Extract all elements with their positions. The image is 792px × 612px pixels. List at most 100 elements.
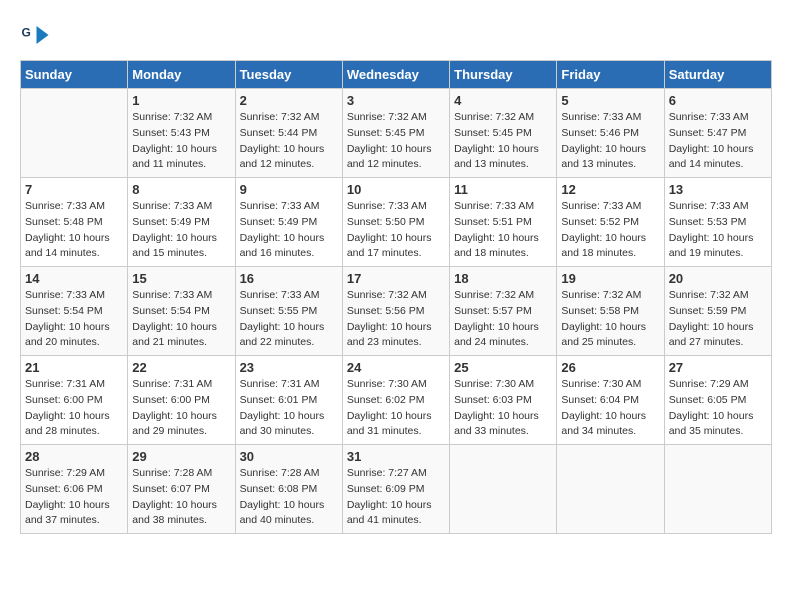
calendar-cell: 15 Sunrise: 7:33 AM Sunset: 5:54 PM Dayli… <box>128 267 235 356</box>
calendar-cell: 19 Sunrise: 7:32 AM Sunset: 5:58 PM Dayli… <box>557 267 664 356</box>
day-number: 7 <box>25 182 123 197</box>
calendar-cell: 20 Sunrise: 7:32 AM Sunset: 5:59 PM Dayli… <box>664 267 771 356</box>
calendar-cell: 16 Sunrise: 7:33 AM Sunset: 5:55 PM Dayli… <box>235 267 342 356</box>
calendar-cell <box>21 89 128 178</box>
calendar-cell: 27 Sunrise: 7:29 AM Sunset: 6:05 PM Dayli… <box>664 356 771 445</box>
calendar-cell: 9 Sunrise: 7:33 AM Sunset: 5:49 PM Daylig… <box>235 178 342 267</box>
day-info: Sunrise: 7:33 AM Sunset: 5:55 PM Dayligh… <box>240 288 338 351</box>
day-info: Sunrise: 7:31 AM Sunset: 6:01 PM Dayligh… <box>240 377 338 440</box>
calendar-cell: 6 Sunrise: 7:33 AM Sunset: 5:47 PM Daylig… <box>664 89 771 178</box>
calendar-cell: 21 Sunrise: 7:31 AM Sunset: 6:00 PM Dayli… <box>21 356 128 445</box>
calendar-week-row: 7Sunrise: 7:33 AM Sunset: 5:48 PM Daylig… <box>21 178 772 267</box>
day-info: Sunrise: 7:27 AM Sunset: 6:09 PM Dayligh… <box>347 466 445 529</box>
day-number: 11 <box>454 182 552 197</box>
calendar-cell: 11 Sunrise: 7:33 AM Sunset: 5:51 PM Dayli… <box>450 178 557 267</box>
day-info: Sunrise: 7:33 AM Sunset: 5:53 PM Dayligh… <box>669 199 767 262</box>
day-number: 5 <box>561 93 659 108</box>
day-info: Sunrise: 7:31 AM Sunset: 6:00 PM Dayligh… <box>25 377 123 440</box>
calendar-week-row: 21 Sunrise: 7:31 AM Sunset: 6:00 PM Dayli… <box>21 356 772 445</box>
day-info: Sunrise: 7:30 AM Sunset: 6:04 PM Dayligh… <box>561 377 659 440</box>
svg-text:G: G <box>22 26 31 40</box>
day-number: 13 <box>669 182 767 197</box>
day-number: 20 <box>669 271 767 286</box>
calendar-cell: 7Sunrise: 7:33 AM Sunset: 5:48 PM Daylig… <box>21 178 128 267</box>
day-number: 28 <box>25 449 123 464</box>
calendar-cell: 13 Sunrise: 7:33 AM Sunset: 5:53 PM Dayli… <box>664 178 771 267</box>
day-info: Sunrise: 7:32 AM Sunset: 5:44 PM Dayligh… <box>240 110 338 173</box>
day-info: Sunrise: 7:29 AM Sunset: 6:06 PM Dayligh… <box>25 466 123 529</box>
calendar-week-row: 28 Sunrise: 7:29 AM Sunset: 6:06 PM Dayli… <box>21 445 772 534</box>
day-of-week-header: Thursday <box>450 61 557 89</box>
day-number: 4 <box>454 93 552 108</box>
calendar-cell: 2 Sunrise: 7:32 AM Sunset: 5:44 PM Daylig… <box>235 89 342 178</box>
day-of-week-header: Friday <box>557 61 664 89</box>
day-info: Sunrise: 7:30 AM Sunset: 6:03 PM Dayligh… <box>454 377 552 440</box>
calendar-body: 1 Sunrise: 7:32 AM Sunset: 5:43 PM Daylig… <box>21 89 772 534</box>
day-number: 24 <box>347 360 445 375</box>
day-of-week-header: Monday <box>128 61 235 89</box>
day-info: Sunrise: 7:33 AM Sunset: 5:49 PM Dayligh… <box>240 199 338 262</box>
calendar-cell: 5 Sunrise: 7:33 AM Sunset: 5:46 PM Daylig… <box>557 89 664 178</box>
day-info: Sunrise: 7:29 AM Sunset: 6:05 PM Dayligh… <box>669 377 767 440</box>
day-info: Sunrise: 7:33 AM Sunset: 5:51 PM Dayligh… <box>454 199 552 262</box>
calendar-week-row: 14Sunrise: 7:33 AM Sunset: 5:54 PM Dayli… <box>21 267 772 356</box>
calendar-cell: 26 Sunrise: 7:30 AM Sunset: 6:04 PM Dayli… <box>557 356 664 445</box>
day-of-week-header: Tuesday <box>235 61 342 89</box>
day-number: 12 <box>561 182 659 197</box>
day-info: Sunrise: 7:30 AM Sunset: 6:02 PM Dayligh… <box>347 377 445 440</box>
day-number: 19 <box>561 271 659 286</box>
day-info: Sunrise: 7:32 AM Sunset: 5:58 PM Dayligh… <box>561 288 659 351</box>
calendar-cell: 18 Sunrise: 7:32 AM Sunset: 5:57 PM Dayli… <box>450 267 557 356</box>
day-number: 6 <box>669 93 767 108</box>
day-info: Sunrise: 7:33 AM Sunset: 5:47 PM Dayligh… <box>669 110 767 173</box>
day-number: 15 <box>132 271 230 286</box>
calendar-cell: 28 Sunrise: 7:29 AM Sunset: 6:06 PM Dayli… <box>21 445 128 534</box>
day-info: Sunrise: 7:32 AM Sunset: 5:45 PM Dayligh… <box>454 110 552 173</box>
calendar-cell: 10 Sunrise: 7:33 AM Sunset: 5:50 PM Dayli… <box>342 178 449 267</box>
day-info: Sunrise: 7:32 AM Sunset: 5:57 PM Dayligh… <box>454 288 552 351</box>
day-info: Sunrise: 7:32 AM Sunset: 5:45 PM Dayligh… <box>347 110 445 173</box>
day-number: 18 <box>454 271 552 286</box>
calendar-cell <box>450 445 557 534</box>
day-number: 22 <box>132 360 230 375</box>
day-number: 30 <box>240 449 338 464</box>
calendar-table: SundayMondayTuesdayWednesdayThursdayFrid… <box>20 60 772 534</box>
day-number: 21 <box>25 360 123 375</box>
page-header: G <box>20 20 772 50</box>
calendar-cell: 23 Sunrise: 7:31 AM Sunset: 6:01 PM Dayli… <box>235 356 342 445</box>
day-info: Sunrise: 7:33 AM Sunset: 5:46 PM Dayligh… <box>561 110 659 173</box>
day-number: 16 <box>240 271 338 286</box>
calendar-cell: 17Sunrise: 7:32 AM Sunset: 5:56 PM Dayli… <box>342 267 449 356</box>
calendar-cell: 12 Sunrise: 7:33 AM Sunset: 5:52 PM Dayli… <box>557 178 664 267</box>
logo-icon: G <box>20 20 50 50</box>
day-of-week-header: Sunday <box>21 61 128 89</box>
calendar-header-row: SundayMondayTuesdayWednesdayThursdayFrid… <box>21 61 772 89</box>
day-number: 23 <box>240 360 338 375</box>
calendar-cell: 1 Sunrise: 7:32 AM Sunset: 5:43 PM Daylig… <box>128 89 235 178</box>
day-info: Sunrise: 7:33 AM Sunset: 5:52 PM Dayligh… <box>561 199 659 262</box>
calendar-cell: 24 Sunrise: 7:30 AM Sunset: 6:02 PM Dayli… <box>342 356 449 445</box>
logo: G <box>20 20 52 50</box>
calendar-cell: 22 Sunrise: 7:31 AM Sunset: 6:00 PM Dayli… <box>128 356 235 445</box>
calendar-cell: 4 Sunrise: 7:32 AM Sunset: 5:45 PM Daylig… <box>450 89 557 178</box>
calendar-cell: 30Sunrise: 7:28 AM Sunset: 6:08 PM Dayli… <box>235 445 342 534</box>
day-number: 8 <box>132 182 230 197</box>
day-number: 27 <box>669 360 767 375</box>
day-number: 29 <box>132 449 230 464</box>
calendar-cell: 3Sunrise: 7:32 AM Sunset: 5:45 PM Daylig… <box>342 89 449 178</box>
calendar-cell: 14Sunrise: 7:33 AM Sunset: 5:54 PM Dayli… <box>21 267 128 356</box>
day-number: 9 <box>240 182 338 197</box>
calendar-cell <box>557 445 664 534</box>
day-number: 1 <box>132 93 230 108</box>
day-info: Sunrise: 7:33 AM Sunset: 5:50 PM Dayligh… <box>347 199 445 262</box>
day-info: Sunrise: 7:33 AM Sunset: 5:54 PM Dayligh… <box>132 288 230 351</box>
day-number: 26 <box>561 360 659 375</box>
day-info: Sunrise: 7:33 AM Sunset: 5:54 PM Dayligh… <box>25 288 123 351</box>
calendar-cell: 25Sunrise: 7:30 AM Sunset: 6:03 PM Dayli… <box>450 356 557 445</box>
day-info: Sunrise: 7:31 AM Sunset: 6:00 PM Dayligh… <box>132 377 230 440</box>
day-number: 2 <box>240 93 338 108</box>
day-info: Sunrise: 7:32 AM Sunset: 5:59 PM Dayligh… <box>669 288 767 351</box>
day-number: 10 <box>347 182 445 197</box>
day-info: Sunrise: 7:32 AM Sunset: 5:43 PM Dayligh… <box>132 110 230 173</box>
day-info: Sunrise: 7:32 AM Sunset: 5:56 PM Dayligh… <box>347 288 445 351</box>
